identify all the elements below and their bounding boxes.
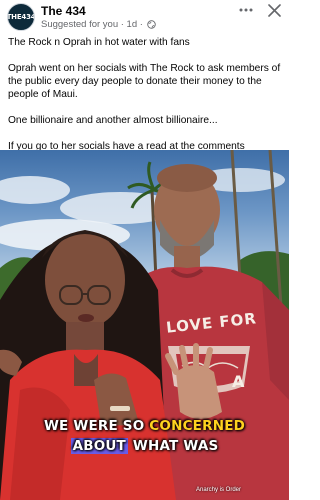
video-caption: WE WERE SO CONCERNED ABOUT WHAT WAS: [0, 416, 289, 456]
post-meta: Suggested for you · 1d ·: [41, 19, 156, 30]
post-paragraph: The Rock n Oprah in hot water with fans: [8, 37, 190, 48]
post-meta-text: Suggested for you · 1d ·: [41, 19, 143, 30]
post-paragraph: One billionaire and another almost billi…: [8, 115, 218, 126]
post-body: The Rock n Oprah in hot water with fans …: [8, 36, 284, 153]
more-icon: [239, 8, 253, 12]
close-icon: [267, 3, 281, 17]
caption-text: WHAT WAS: [127, 438, 219, 454]
post-paragraph: Oprah went on her socials with The Rock …: [8, 63, 281, 100]
page-avatar[interactable]: THE434: [7, 3, 35, 31]
caption-text: WE WERE SO: [43, 418, 150, 434]
close-post-button[interactable]: [264, 0, 284, 20]
more-options-button[interactable]: [238, 2, 254, 18]
shirt-text: A: [232, 372, 246, 391]
page-name-link[interactable]: The 434: [41, 4, 86, 18]
caption-highlight-box: ABOUT: [70, 438, 128, 454]
caption-line-1: WE WERE SO CONCERNED: [0, 416, 289, 436]
caption-line-2: ABOUT WHAT WAS: [0, 436, 289, 456]
post-header: THE434 The 434 Suggested for you · 1d ·: [0, 0, 289, 34]
caption-highlight: CONCERNED: [149, 418, 246, 434]
avatar-logo-text: THE434: [7, 13, 35, 21]
post-video[interactable]: LOVE FOR A WE WERE SO CONCERNED ABOUT WH…: [0, 150, 289, 500]
globe-icon: [147, 20, 156, 29]
video-watermark: Anarchy is Order: [196, 487, 242, 493]
